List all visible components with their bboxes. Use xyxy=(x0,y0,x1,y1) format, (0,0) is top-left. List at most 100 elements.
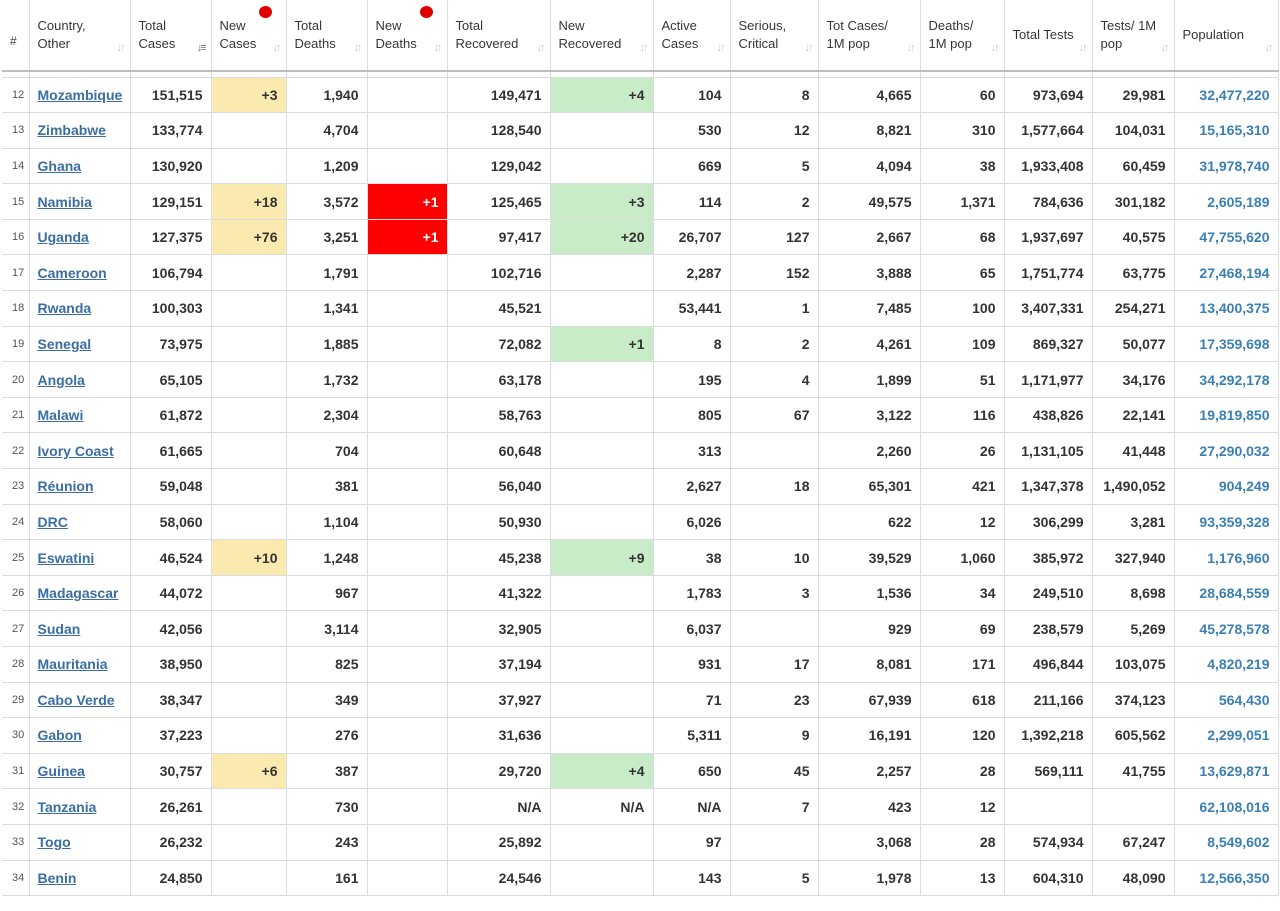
country-link[interactable]: DRC xyxy=(38,514,68,530)
cell-total-deaths: 1,885 xyxy=(286,326,368,363)
cell-new-cases xyxy=(211,468,287,505)
country-link[interactable]: Guinea xyxy=(38,763,85,779)
cell-total-tests: 1,933,408 xyxy=(1004,148,1093,185)
sort-icon[interactable]: ↓↑ xyxy=(907,39,916,57)
cell-total-deaths: 2,304 xyxy=(286,397,368,434)
sort-icon[interactable]: ↓↑ xyxy=(805,39,814,57)
country-link[interactable]: Cameroon xyxy=(38,265,107,281)
column-header-tests-per-1m[interactable]: Tests/ 1M pop ↓↑ xyxy=(1092,0,1175,72)
cell-new-deaths xyxy=(367,148,448,185)
cell-serious: 2 xyxy=(730,326,819,363)
country-link[interactable]: Benin xyxy=(38,870,77,886)
cell-new-recovered xyxy=(550,112,654,149)
column-header-active-cases[interactable]: Active Cases ↓↑ xyxy=(653,0,731,72)
cell-new-recovered xyxy=(550,646,654,683)
country-link[interactable]: Sudan xyxy=(38,621,81,637)
country-link[interactable]: Mozambique xyxy=(38,87,123,103)
sort-icon[interactable]: ↓↑ xyxy=(1265,39,1274,57)
cell-new-deaths xyxy=(367,290,448,327)
column-header-total-tests[interactable]: Total Tests ↓↑ xyxy=(1004,0,1093,72)
cell-population: 19,819,850 xyxy=(1174,397,1279,434)
cell-tests-per-1m: 63,775 xyxy=(1092,254,1175,292)
table-row: 30 Gabon 37,223 276 31,636 5,311 9 16,191 120 1,3… xyxy=(2,717,1279,754)
cell-new-cases xyxy=(211,824,287,861)
cell-active-cases: 71 xyxy=(653,682,731,719)
column-header-new-cases[interactable]: New Cases ↓↑ xyxy=(211,0,287,72)
cell-idx: 33 xyxy=(2,824,30,861)
sort-icon[interactable]: ↓↑ xyxy=(991,39,1000,57)
column-header-population[interactable]: Population ↓↑ xyxy=(1174,0,1279,72)
sort-icon[interactable]: ↓↑ xyxy=(1079,39,1088,57)
cell-country: Angola xyxy=(29,361,131,398)
country-link[interactable]: Réunion xyxy=(38,478,94,494)
country-link[interactable]: Togo xyxy=(38,834,71,850)
country-link[interactable]: Senegal xyxy=(38,336,92,352)
cell-country: Uganda xyxy=(29,219,131,256)
column-header-new-recovered[interactable]: New Recovered ↓↑ xyxy=(550,0,654,72)
sort-icon[interactable]: ↓↑ xyxy=(354,39,363,57)
red-dot-icon xyxy=(419,6,433,18)
cell-new-recovered xyxy=(550,860,654,897)
column-header-total-cases[interactable]: Total Cases ↓≡ xyxy=(130,0,212,72)
cell-total-deaths: 1,209 xyxy=(286,148,368,185)
cell-active-cases: 2,627 xyxy=(653,468,731,505)
cell-new-deaths: +1 xyxy=(367,219,448,256)
cell-total-tests: 1,347,378 xyxy=(1004,468,1093,505)
cell-new-cases: +3 xyxy=(211,77,287,114)
cell-cases-per-1m: 2,257 xyxy=(818,753,921,790)
cell-deaths-per-1m: 13 xyxy=(920,860,1005,897)
column-header-cases-per-1m[interactable]: Tot Cases/ 1M pop ↓↑ xyxy=(818,0,921,72)
country-link[interactable]: Ivory Coast xyxy=(38,443,114,459)
cell-population: 45,278,578 xyxy=(1174,610,1279,647)
sort-icon[interactable]: ↓↑ xyxy=(640,39,649,57)
cell-country: Malawi xyxy=(29,397,131,434)
country-link[interactable]: Eswatini xyxy=(38,550,95,566)
column-header-country[interactable]: Country, Other ↓↑ xyxy=(29,0,131,72)
cell-population: 13,629,871 xyxy=(1174,753,1279,790)
country-link[interactable]: Malawi xyxy=(38,407,84,423)
column-header-total-recovered[interactable]: Total Recovered ↓↑ xyxy=(447,0,551,72)
country-link[interactable]: Tanzania xyxy=(38,799,97,815)
sort-icon[interactable]: ↓↑ xyxy=(1161,39,1170,57)
sort-icon[interactable]: ↓↑ xyxy=(434,39,443,57)
sort-icon[interactable]: ↓↑ xyxy=(537,39,546,57)
cell-total-cases: 73,975 xyxy=(130,326,212,363)
country-link[interactable]: Mauritania xyxy=(38,656,108,672)
sort-icon[interactable]: ↓↑ xyxy=(273,39,282,57)
cell-country: Réunion xyxy=(29,468,131,505)
cell-total-recovered: 58,763 xyxy=(447,397,551,434)
country-link[interactable]: Angola xyxy=(38,372,85,388)
country-link[interactable]: Zimbabwe xyxy=(38,122,106,138)
cell-deaths-per-1m: 1,060 xyxy=(920,539,1005,576)
cell-deaths-per-1m: 120 xyxy=(920,717,1005,754)
country-link[interactable]: Cabo Verde xyxy=(38,692,115,708)
cell-deaths-per-1m: 34 xyxy=(920,575,1005,612)
cell-population: 27,290,032 xyxy=(1174,432,1279,470)
sort-descending-icon[interactable]: ↓≡ xyxy=(197,39,207,57)
column-header-deaths-per-1m[interactable]: Deaths/ 1M pop ↓↑ xyxy=(920,0,1005,72)
cell-population: 1,176,960 xyxy=(1174,539,1279,576)
column-header-new-deaths[interactable]: New Deaths ↓↑ xyxy=(367,0,448,72)
country-link[interactable]: Uganda xyxy=(38,229,89,245)
table-row: 29 Cabo Verde 38,347 349 37,927 71 23 67,939 618… xyxy=(2,682,1279,719)
cell-total-cases: 61,872 xyxy=(130,397,212,434)
sort-icon[interactable]: ↓↑ xyxy=(717,39,726,57)
cell-new-recovered: +4 xyxy=(550,753,654,790)
sort-icon[interactable]: ↓↑ xyxy=(117,39,126,57)
country-link[interactable]: Ghana xyxy=(38,158,82,174)
country-link[interactable]: Rwanda xyxy=(38,300,92,316)
table-row: 28 Mauritania 38,950 825 37,194 931 17 8,081 171… xyxy=(2,646,1279,683)
country-link[interactable]: Madagascar xyxy=(38,585,119,601)
cell-active-cases: 114 xyxy=(653,183,731,220)
cell-new-cases xyxy=(211,504,287,541)
country-link[interactable]: Namibia xyxy=(38,194,92,210)
column-header-total-deaths[interactable]: Total Deaths ↓↑ xyxy=(286,0,368,72)
column-header-serious[interactable]: Serious, Critical ↓↑ xyxy=(730,0,819,72)
cell-total-tests: 238,579 xyxy=(1004,610,1093,647)
cell-deaths-per-1m: 618 xyxy=(920,682,1005,719)
country-link[interactable]: Gabon xyxy=(38,727,82,743)
cell-total-cases: 42,056 xyxy=(130,610,212,647)
cell-new-recovered xyxy=(550,361,654,398)
cell-cases-per-1m: 39,529 xyxy=(818,539,921,576)
cell-active-cases: 53,441 xyxy=(653,290,731,327)
